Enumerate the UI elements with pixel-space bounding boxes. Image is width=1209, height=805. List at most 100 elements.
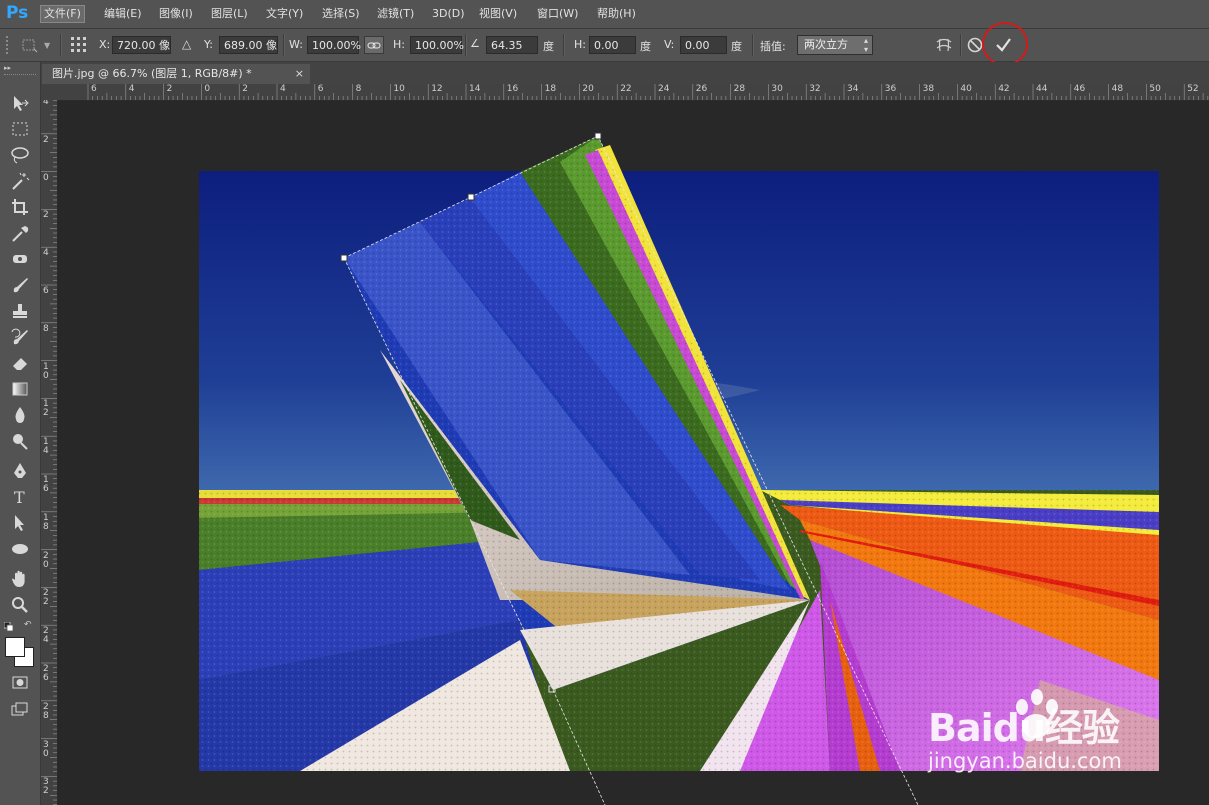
menu-help[interactable]: 帮助(H): [594, 6, 639, 22]
magic-wand-tool-icon[interactable]: [8, 170, 32, 192]
link-proportions-button[interactable]: [364, 36, 384, 54]
menu-filter[interactable]: 滤镜(T): [374, 6, 417, 22]
ruler-label: 20: [582, 84, 594, 94]
ruler-label: 6: [43, 286, 49, 296]
y-position-field[interactable]: 689.00 像: [219, 36, 278, 54]
reference-point-icon[interactable]: [70, 36, 88, 54]
link-icon: [367, 42, 381, 49]
ruler-corner[interactable]: [41, 84, 58, 100]
transform-tool-icon[interactable]: [20, 37, 38, 53]
interpolation-label: 插值:: [760, 40, 786, 53]
crop-tool-icon[interactable]: [8, 196, 32, 218]
ruler-label: 36: [884, 84, 897, 94]
watermark-brand: Baidu经验: [928, 706, 1120, 750]
ruler-label: 0: [204, 84, 211, 94]
ruler-label: 42: [998, 84, 1010, 94]
svg-text:T: T: [14, 488, 25, 507]
foreground-color-swatch[interactable]: [5, 637, 25, 657]
v-skew-field[interactable]: 0.00: [680, 36, 727, 54]
ruler-label: 26: [695, 84, 708, 94]
path-selection-tool-icon[interactable]: [8, 512, 32, 534]
ruler-label: 16: [506, 84, 519, 94]
h-skew-field[interactable]: 0.00: [589, 36, 636, 54]
marquee-tool-icon[interactable]: [8, 118, 32, 140]
interpolation-value: 两次立方: [804, 38, 848, 51]
type-tool-icon[interactable]: T: [8, 486, 32, 508]
menu-type[interactable]: 文字(Y): [263, 6, 306, 22]
brush-tool-icon[interactable]: [8, 274, 32, 296]
delta-icon[interactable]: △: [182, 37, 191, 51]
x-label: X:: [99, 38, 111, 51]
close-icon[interactable]: ×: [295, 64, 304, 84]
zoom-tool-icon[interactable]: [8, 594, 32, 616]
menu-file[interactable]: 文件(F): [40, 5, 85, 23]
h-label: H:: [393, 38, 405, 51]
height-field[interactable]: 100.00%: [410, 36, 464, 54]
width-field[interactable]: 100.00%: [307, 36, 361, 54]
collapse-arrows-icon[interactable]: ▸▸: [4, 64, 11, 72]
y-label: Y:: [204, 38, 213, 51]
ruler-label: 6: [317, 84, 324, 94]
transform-handle[interactable]: [594, 132, 602, 140]
ruler-label: 24: [43, 626, 49, 646]
ruler-label: 18: [43, 512, 49, 532]
menu-3d[interactable]: 3D(D): [429, 6, 468, 22]
menu-window[interactable]: 窗口(W): [534, 6, 581, 22]
quick-mask-icon[interactable]: [8, 672, 32, 694]
menu-image[interactable]: 图像(I): [156, 6, 196, 22]
menu-edit[interactable]: 编辑(E): [101, 6, 145, 22]
screen-mode-icon[interactable]: [8, 698, 32, 720]
ruler-label: 22: [620, 84, 632, 94]
hand-tool-icon[interactable]: [8, 568, 32, 590]
ruler-label: 16: [43, 475, 49, 494]
photoshop-logo: Ps: [6, 3, 29, 23]
eraser-tool-icon[interactable]: [8, 352, 32, 374]
ruler-label: 38: [922, 84, 935, 94]
menu-select[interactable]: 选择(S): [319, 6, 363, 22]
h-skew-label: H:: [574, 38, 586, 51]
default-colors-icon[interactable]: [3, 621, 14, 632]
ruler-label: 6: [91, 84, 97, 94]
eyedropper-tool-icon[interactable]: [8, 222, 32, 244]
horizontal-ruler[interactable]: 6 4 2 0 2 4 6 8 10 12 14 16 18 20 22 24 26 28 30 32 34 36 38 40…: [58, 84, 1209, 101]
ruler-label: 0: [43, 172, 49, 183]
warp-mode-icon[interactable]: [934, 36, 954, 54]
canvas-area[interactable]: Baidu经验 jingyan.baidu.com: [58, 101, 1209, 805]
transform-handle[interactable]: [340, 254, 348, 262]
ruler-label: 8: [355, 84, 362, 94]
gradient-tool-icon[interactable]: [8, 378, 32, 400]
ruler-label: 30: [43, 739, 49, 759]
ruler-label: 32: [809, 84, 821, 94]
swap-colors-icon[interactable]: ↶: [24, 620, 32, 630]
rotate-angle-field[interactable]: 64.35: [486, 36, 538, 54]
move-tool-icon[interactable]: [8, 92, 32, 114]
lasso-tool-icon[interactable]: [8, 144, 32, 166]
ruler-label: 14: [43, 437, 49, 457]
menu-layer[interactable]: 图层(L): [208, 6, 251, 22]
ruler-label: 2: [43, 134, 49, 145]
transform-handle[interactable]: [467, 193, 475, 201]
ruler-label: 2: [43, 210, 49, 221]
ruler-label: 4: [43, 100, 49, 107]
toolbox-grip: [4, 74, 36, 78]
dodge-tool-icon[interactable]: [8, 430, 32, 452]
menu-view[interactable]: 视图(V): [476, 6, 520, 22]
blur-tool-icon[interactable]: [8, 404, 32, 426]
interpolation-select[interactable]: 两次立方 ▴ ▾: [797, 35, 873, 55]
clone-stamp-tool-icon[interactable]: [8, 300, 32, 322]
ruler-label: 2: [166, 84, 173, 94]
vertical-ruler[interactable]: 4202468101214161820222426283032: [41, 100, 58, 805]
chevron-down-icon[interactable]: ▼: [44, 41, 50, 50]
document-tab-title: 图片.jpg @ 66.7% (图层 1, RGB/8#) *: [52, 67, 252, 80]
pen-tool-icon[interactable]: [8, 460, 32, 482]
angle-unit-label: 度: [543, 40, 554, 53]
x-position-field[interactable]: 720.00 像: [112, 36, 171, 54]
document-tab[interactable]: 图片.jpg @ 66.7% (图层 1, RGB/8#) * ×: [42, 64, 310, 84]
ruler-label: 22: [43, 588, 49, 608]
ellipse-tool-icon[interactable]: [8, 538, 32, 560]
history-brush-tool-icon[interactable]: [8, 326, 32, 348]
ruler-label: 20: [43, 550, 49, 570]
healing-brush-tool-icon[interactable]: [8, 248, 32, 270]
ruler-label: 40: [960, 84, 972, 94]
ruler-label: 52: [1187, 84, 1199, 94]
